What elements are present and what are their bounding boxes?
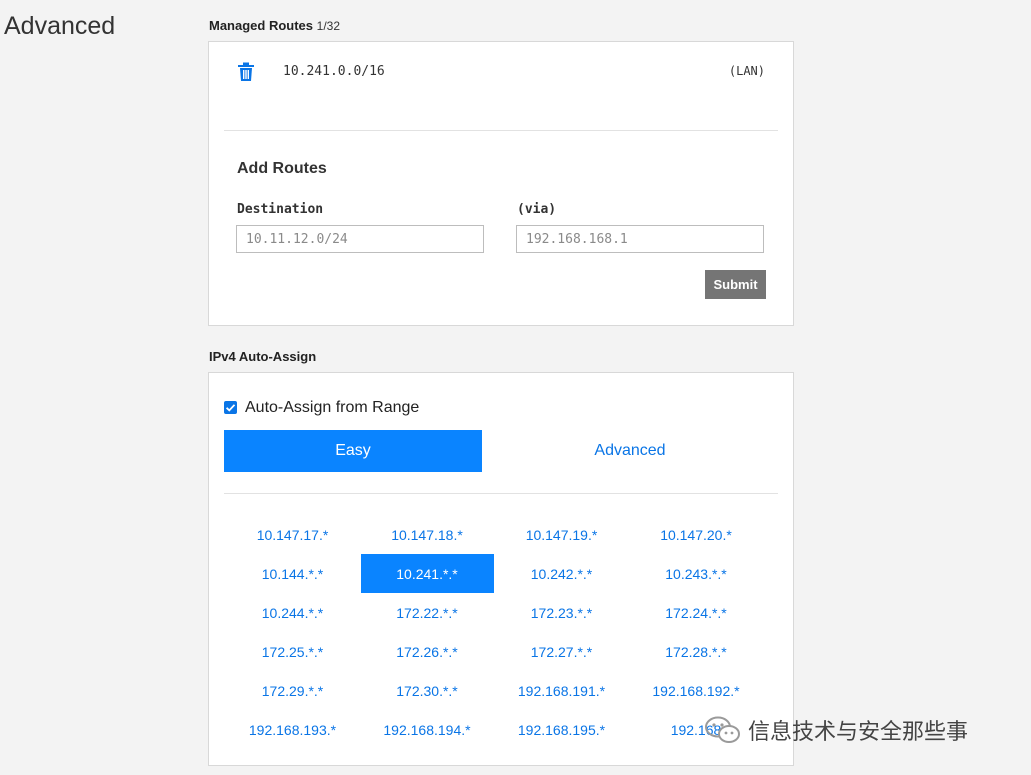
ip-range-option[interactable]: 10.147.19.* xyxy=(495,515,628,554)
ip-range-option[interactable]: 10.241.*.* xyxy=(360,554,494,593)
trash-icon[interactable] xyxy=(237,62,255,82)
submit-button[interactable]: Submit xyxy=(705,270,766,299)
add-routes-title: Add Routes xyxy=(237,160,327,177)
managed-routes-count: 1/32 xyxy=(316,19,340,33)
destination-label: Destination xyxy=(237,202,324,217)
ip-range-option[interactable]: 192.168.192.* xyxy=(630,671,763,710)
ip-range-option[interactable]: 172.26.*.* xyxy=(361,632,494,671)
watermark-text: 信息技术与安全那些事 xyxy=(748,720,969,745)
checkmark-icon xyxy=(225,404,236,412)
auto-assign-checkbox[interactable] xyxy=(224,401,237,414)
ip-range-option[interactable]: 172.25.*.* xyxy=(226,632,359,671)
destination-input[interactable] xyxy=(236,225,484,253)
managed-routes-card: 10.241.0.0/16 (LAN) Add Routes Destinati… xyxy=(208,41,794,326)
tab-easy[interactable]: Easy xyxy=(224,430,482,472)
ip-range-option[interactable]: 10.244.*.* xyxy=(226,593,359,632)
route-row: 10.241.0.0/16 (LAN) xyxy=(237,62,765,84)
via-input[interactable] xyxy=(516,225,764,253)
ip-range-option[interactable]: 172.22.*.* xyxy=(361,593,494,632)
ip-range-option[interactable]: 10.243.*.* xyxy=(630,554,763,593)
ip-range-option[interactable]: 10.144.*.* xyxy=(226,554,359,593)
ip-range-option[interactable]: 172.29.*.* xyxy=(226,671,359,710)
route-via: (LAN) xyxy=(728,64,765,78)
ip-range-option[interactable]: 192.168.194.* xyxy=(361,710,494,749)
divider xyxy=(224,130,778,131)
ip-range-option[interactable]: 192.168.191.* xyxy=(495,671,628,710)
ip-range-option[interactable]: 10.147.20.* xyxy=(630,515,763,554)
ip-range-option[interactable]: 172.24.*.* xyxy=(630,593,763,632)
ip-range-option[interactable]: 10.147.17.* xyxy=(226,515,359,554)
ip-range-option[interactable]: 10.147.18.* xyxy=(361,515,494,554)
ip-range-option[interactable]: 10.242.*.* xyxy=(495,554,628,593)
route-destination: 10.241.0.0/16 xyxy=(283,64,385,79)
wechat-icon xyxy=(705,716,740,743)
watermark: 信息技术与安全那些事 xyxy=(704,714,968,746)
managed-routes-title: Managed Routes xyxy=(209,18,314,33)
page-title: Advanced xyxy=(4,12,116,40)
ip-range-option[interactable]: 172.30.*.* xyxy=(361,671,494,710)
ip-range-option[interactable]: 192.168.193.* xyxy=(226,710,359,749)
via-label: (via) xyxy=(517,202,557,217)
ip-range-option[interactable]: 172.23.*.* xyxy=(495,593,628,632)
managed-routes-heading: Managed Routes 1/32 xyxy=(209,18,340,33)
tab-advanced[interactable]: Advanced xyxy=(501,430,759,472)
divider xyxy=(224,493,778,494)
ip-range-option[interactable]: 172.28.*.* xyxy=(630,632,763,671)
ipv4-auto-assign-title: IPv4 Auto-Assign xyxy=(209,349,317,364)
ipv4-auto-assign-card: Auto-Assign from Range Easy Advanced 10.… xyxy=(208,372,794,766)
auto-assign-label: Auto-Assign from Range xyxy=(245,399,420,416)
ip-range-option[interactable]: 172.27.*.* xyxy=(495,632,628,671)
ip-range-option[interactable]: 192.168.195.* xyxy=(495,710,628,749)
